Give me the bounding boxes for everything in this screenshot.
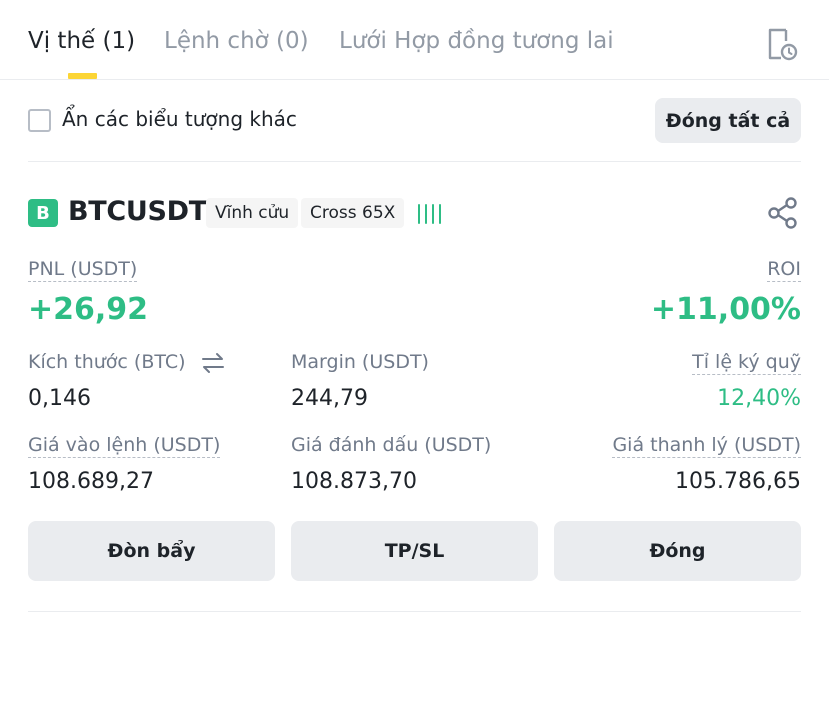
pnl-label[interactable]: PNL (USDT) [28, 258, 138, 282]
tpsl-button[interactable]: TP/SL [291, 521, 538, 581]
hide-other-symbols-label[interactable]: Ẩn các biểu tượng khác [62, 107, 297, 131]
active-tab-indicator [68, 73, 97, 79]
tab-positions[interactable]: Vị thế (1) [28, 28, 135, 54]
margin-value: 244,79 [291, 386, 368, 411]
mark-price-label: Giá đánh dấu (USDT) [291, 434, 492, 456]
divider [28, 611, 801, 612]
roi-value: +11,00% [650, 292, 801, 327]
divider [28, 161, 801, 162]
history-icon[interactable] [764, 26, 800, 62]
close-all-button[interactable]: Đóng tất cả [655, 98, 801, 143]
swap-icon[interactable] [200, 352, 226, 374]
entry-price-label[interactable]: Giá vào lệnh (USDT) [28, 434, 221, 458]
roi-label[interactable]: ROI [767, 258, 801, 282]
size-label: Kích thước (BTC) [28, 351, 186, 373]
hide-other-symbols-checkbox[interactable] [28, 109, 51, 132]
risk-bars-icon [418, 200, 441, 224]
margin-ratio-value: 12,40% [717, 386, 801, 411]
leverage-button[interactable]: Đòn bẩy [28, 521, 275, 581]
contract-type-tag: Vĩnh cửu [206, 198, 299, 228]
share-icon[interactable] [765, 195, 801, 231]
mark-price-value: 108.873,70 [291, 469, 417, 494]
filter-row: Ẩn các biểu tượng khác Đóng tất cả [0, 80, 829, 162]
pnl-value: +26,92 [28, 292, 149, 327]
margin-mode-tag[interactable]: Cross 65X [301, 198, 405, 228]
entry-price-value: 108.689,27 [28, 469, 154, 494]
tab-futures-grid[interactable]: Lưới Hợp đồng tương lai [339, 28, 614, 54]
margin-label: Margin (USDT) [291, 351, 429, 373]
position-symbol[interactable]: BTCUSDT [68, 196, 207, 227]
close-position-button[interactable]: Đóng [554, 521, 801, 581]
tab-open-orders[interactable]: Lệnh chờ (0) [164, 28, 309, 54]
side-badge: B [28, 199, 58, 227]
liquidation-price-label[interactable]: Giá thanh lý (USDT) [612, 434, 801, 458]
margin-ratio-label[interactable]: Tỉ lệ ký quỹ [692, 351, 801, 375]
size-value: 0,146 [28, 386, 91, 411]
tab-bar: Vị thế (1) Lệnh chờ (0) Lưới Hợp đồng tư… [0, 0, 829, 80]
liquidation-price-value: 105.786,65 [675, 469, 801, 494]
position-header: B BTCUSDT Vĩnh cửu Cross 65X [0, 190, 829, 236]
